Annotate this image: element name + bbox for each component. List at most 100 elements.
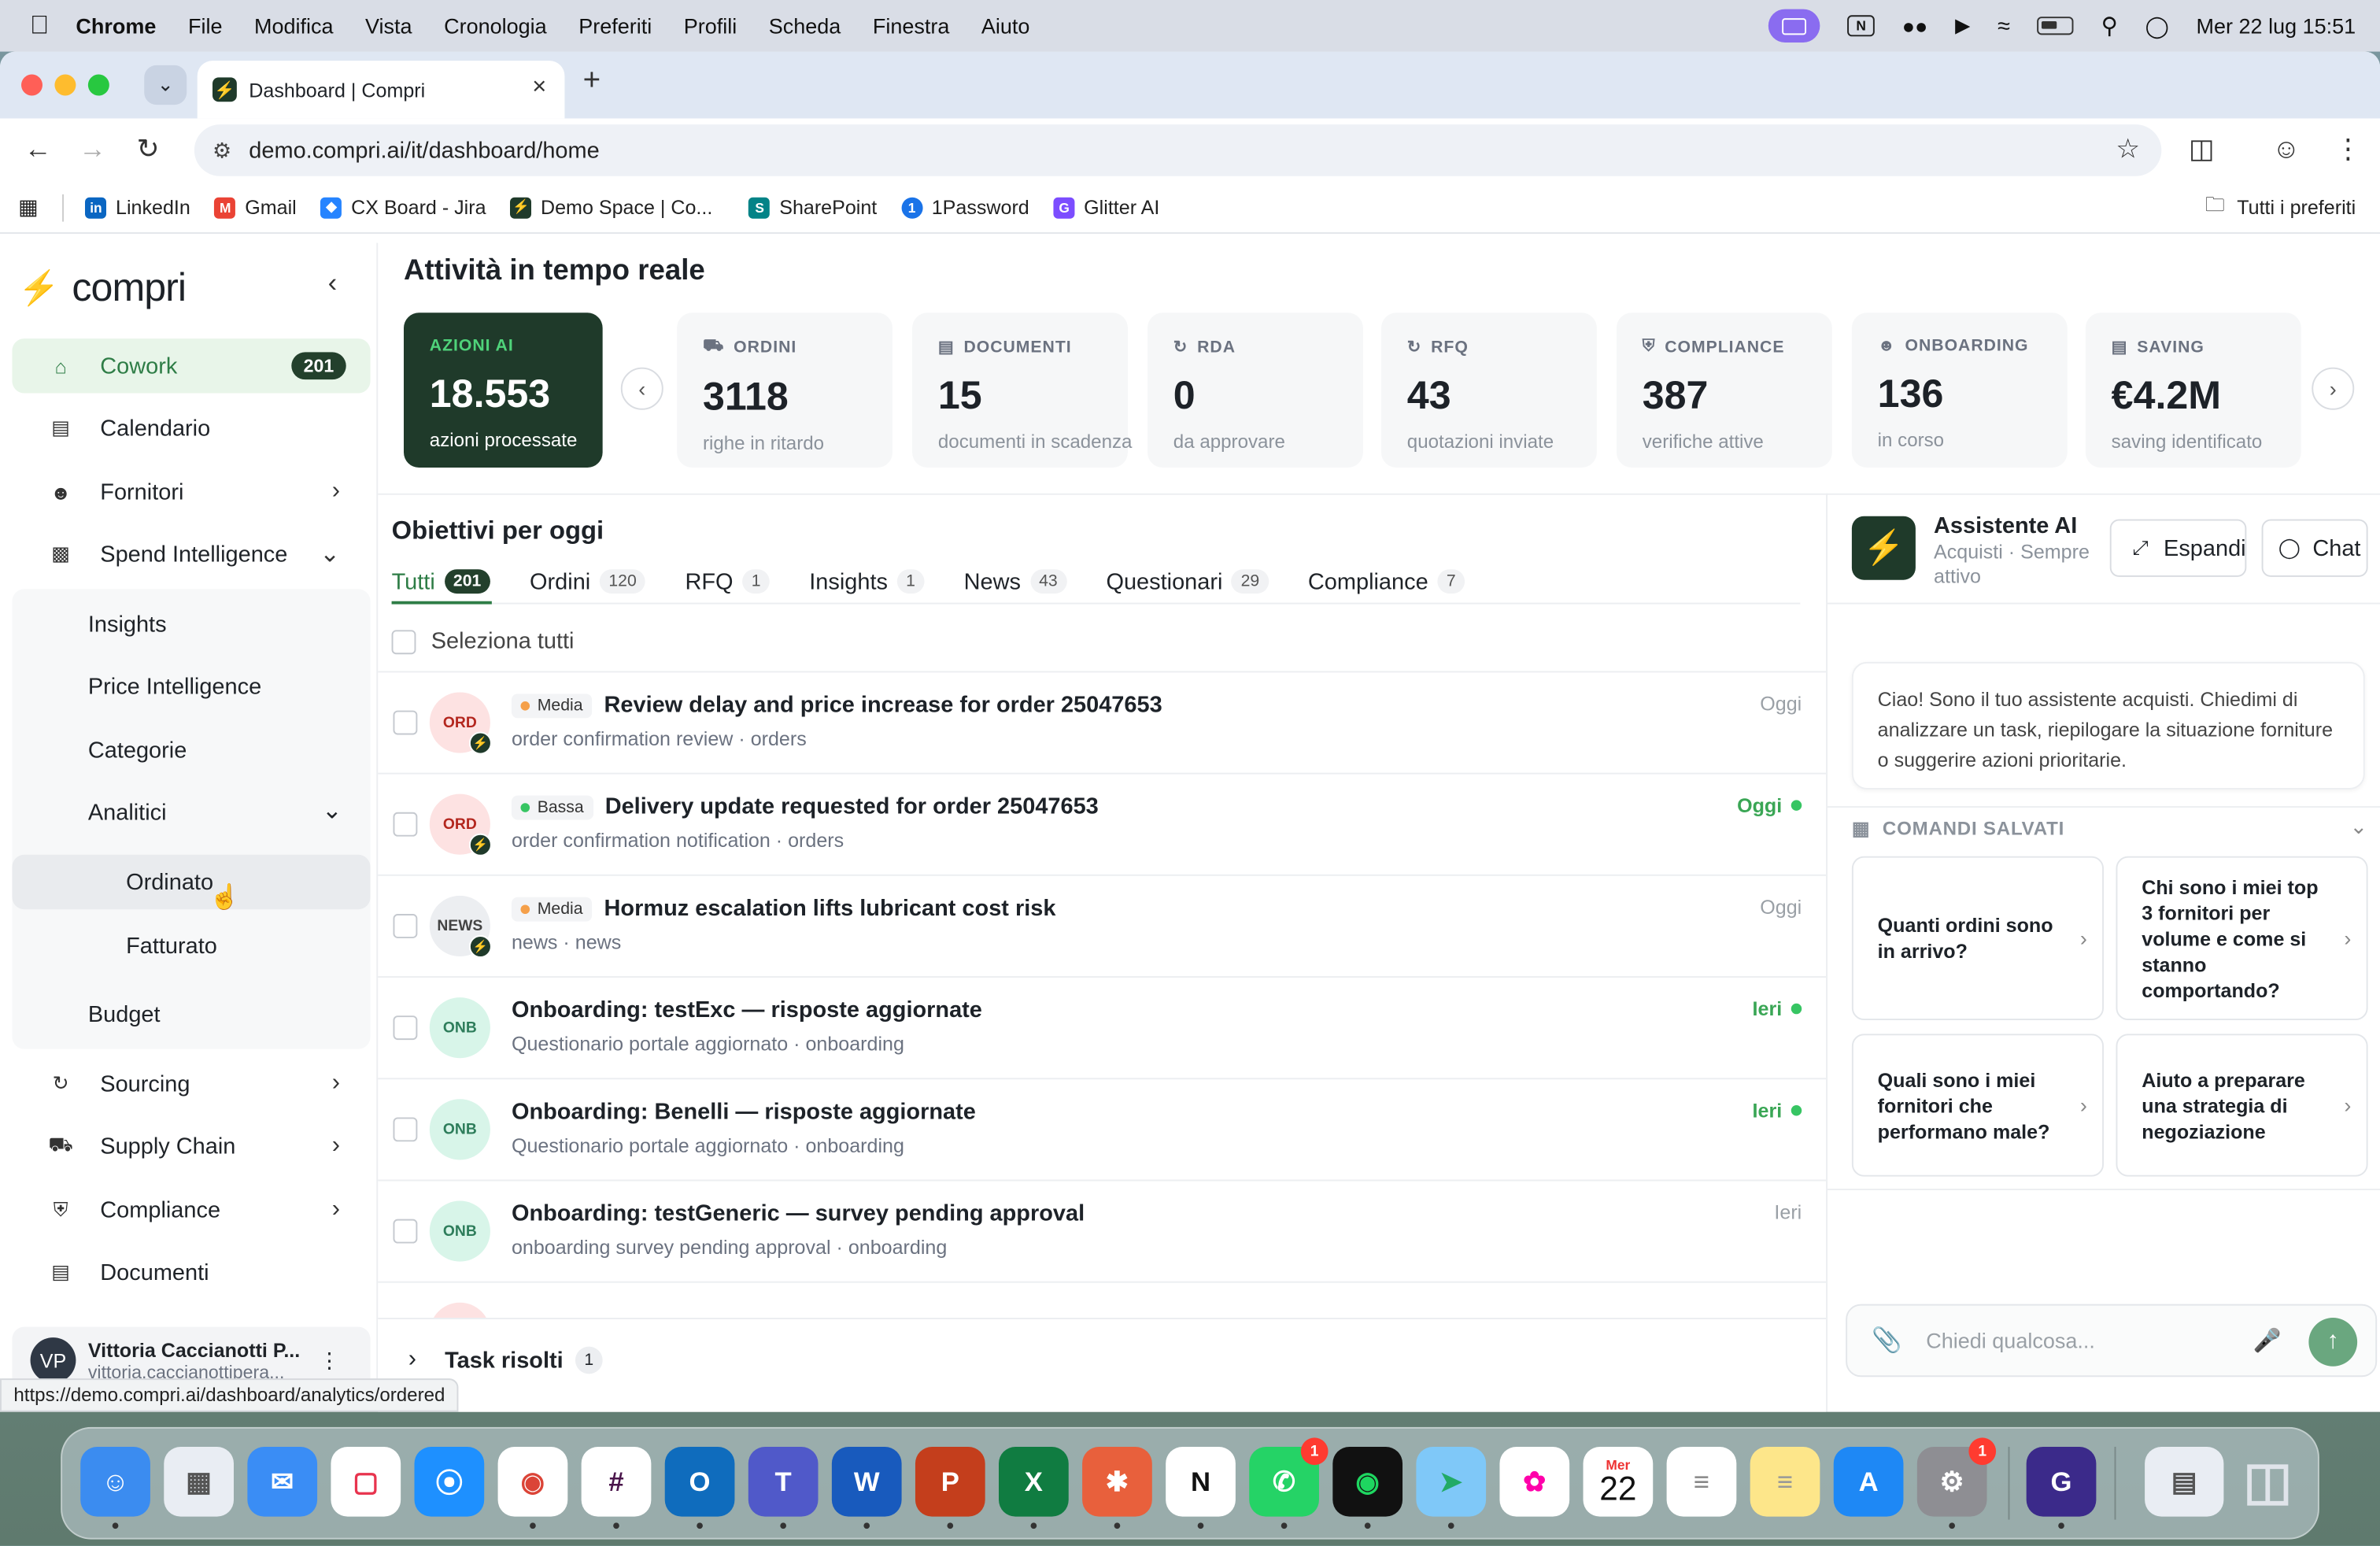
outlook-icon[interactable]: O <box>664 1446 735 1529</box>
menu-preferiti[interactable]: Preferiti <box>578 13 652 38</box>
bookmark-1password[interactable]: 1 1Password <box>901 196 1029 219</box>
sidebar-item-fatturato[interactable]: Fatturato <box>12 919 370 973</box>
reload-icon[interactable]: ↻ <box>137 134 160 166</box>
maps-icon[interactable]: ➤ <box>1416 1446 1487 1529</box>
spotlight-icon[interactable]: ⚲ <box>2101 12 2118 39</box>
calendar-app-icon[interactable]: Mer 22 <box>1583 1446 1654 1517</box>
extensions-icon[interactable]: ◫ <box>2189 134 2215 166</box>
close-tab-icon[interactable]: × <box>532 75 546 102</box>
chevron-down-icon[interactable]: ⌄ <box>2349 814 2367 840</box>
tab-tutti[interactable]: Tutti 201 <box>392 564 490 597</box>
task-row[interactable]: ONB Onboarding: Benelli — risposte aggio… <box>378 1078 1827 1179</box>
mail-icon[interactable]: ✉ <box>247 1446 318 1517</box>
menubar-clock[interactable]: Mer 22 lug 15:51 <box>2197 13 2356 38</box>
wifi-icon[interactable]: ≈ <box>1998 13 2010 39</box>
kpi-card-onboarding[interactable]: ☻ ONBOARDING 136 in corso <box>1851 313 2068 468</box>
menu-scheda[interactable]: Scheda <box>769 13 841 38</box>
kpi-card-rfq[interactable]: ↻ RFQ 43 quotazioni inviate <box>1381 313 1597 468</box>
apple-icon[interactable]:  <box>28 11 52 40</box>
omnibox[interactable]: ⚙ demo.compri.ai/it/dashboard/home ☆ <box>194 124 2162 176</box>
settings-icon[interactable]: ⚙ 1 <box>1916 1437 1997 1529</box>
sidebar-item-compliance[interactable]: ⛨ Compliance › <box>12 1182 370 1237</box>
saved-command-card[interactable]: Aiuto a preparare una strategia di negoz… <box>2116 1034 2368 1177</box>
tab-insights[interactable]: Insights 1 <box>809 564 925 597</box>
kpi-card-compliance[interactable]: ⛨ COMPLIANCE 387 verifiche attive <box>1616 313 1832 468</box>
sidebar-item-sourcing[interactable]: ↻ Sourcing › <box>12 1056 370 1111</box>
sidebar-item-documenti[interactable]: ▤ Documenti <box>12 1245 370 1299</box>
tab-compliance[interactable]: Compliance 7 <box>1308 564 1465 597</box>
notion-icon[interactable]: N <box>1847 15 1876 37</box>
menu-app[interactable]: Chrome <box>76 13 156 38</box>
notes-icon[interactable]: ≡ <box>1750 1446 1820 1517</box>
kpi-card-documenti[interactable]: ▤ DOCUMENTI 15 documenti in scadenza <box>912 313 1132 468</box>
all-bookmarks[interactable]: 🗀 Tutti i preferiti <box>2205 190 2356 224</box>
app-store-icon[interactable]: A <box>1833 1446 1904 1517</box>
saved-command-card[interactable]: Quanti ordini sono in arrivo? › <box>1851 856 2105 1021</box>
claude-icon[interactable]: ✱ <box>1082 1446 1152 1529</box>
battery-icon[interactable] <box>2037 17 2074 35</box>
select-all[interactable]: Seleziona tutti <box>391 628 574 654</box>
apps-grid-icon[interactable]: ▦ <box>18 194 39 220</box>
row-checkbox[interactable] <box>393 1015 418 1041</box>
sidebar-item-calendario[interactable]: ▤ Calendario <box>12 401 370 455</box>
profile-icon[interactable]: ☺ <box>2272 134 2300 166</box>
sidebar-item-supply-chain[interactable]: ⛟ Supply Chain › <box>12 1119 370 1173</box>
glitter-app-icon[interactable]: G <box>2026 1446 2097 1529</box>
sidebar-item-spend-intelligence[interactable]: ▩ Spend Intelligence ⌄ <box>12 527 370 581</box>
expand-button[interactable]: ⤢ Espandi <box>2109 519 2247 577</box>
compri-logo[interactable]: ⚡ compri <box>18 264 187 312</box>
slack-icon[interactable]: # <box>581 1446 652 1529</box>
menu-file[interactable]: File <box>188 13 223 38</box>
safari-icon[interactable]: ⦿ <box>414 1446 485 1517</box>
row-checkbox[interactable] <box>393 812 418 837</box>
airpods-icon[interactable]: ●● <box>1902 13 1928 38</box>
bookmark-sharepoint[interactable]: S SharePoint <box>748 196 877 219</box>
tab-search-chevron-icon[interactable]: ⌄ <box>144 65 187 105</box>
sidebar-item-ordinato[interactable]: Ordinato <box>12 854 371 910</box>
microphone-icon[interactable]: 🎤 <box>2253 1327 2282 1355</box>
spotify-icon[interactable]: ◉ <box>1332 1446 1403 1529</box>
close-window-button[interactable] <box>21 74 43 96</box>
send-button[interactable]: ↑ <box>2308 1318 2358 1367</box>
sidebar-item-budget[interactable]: Budget <box>88 1002 161 1028</box>
task-row[interactable]: ORD ⚡ Bassa Delivery update requested for … <box>378 772 1827 875</box>
kpi-next-button[interactable]: › <box>2312 367 2355 410</box>
row-checkbox[interactable] <box>393 710 418 735</box>
sidebar-item-price-intelligence[interactable]: Price Intelligence <box>88 674 261 700</box>
browser-tab[interactable]: ⚡ Dashboard | Compri × <box>197 61 565 119</box>
menu-finestra[interactable]: Finestra <box>873 13 950 38</box>
chat-button[interactable]: ◯ Chat <box>2261 519 2368 577</box>
sidebar-item-insights[interactable]: Insights <box>88 612 167 638</box>
sidebar-item-categorie[interactable]: Categorie <box>88 738 187 764</box>
bookmark-gmail[interactable]: M Gmail <box>214 196 297 219</box>
chrome-menu-icon[interactable]: ⋮ <box>2334 134 2362 166</box>
zoom-window-button[interactable] <box>87 74 109 96</box>
word-icon[interactable]: W <box>831 1446 902 1529</box>
teams-icon[interactable]: T <box>748 1446 819 1529</box>
reminders-icon[interactable]: ≡ <box>1666 1446 1737 1517</box>
sidebar-item-analitici[interactable]: Analitici <box>88 800 167 826</box>
saved-command-card[interactable]: Chi sono i miei top 3 fornitori per volu… <box>2116 856 2368 1021</box>
attachment-icon[interactable]: 📎 <box>1872 1326 1901 1356</box>
bookmark-glitter[interactable]: G Glitter AI <box>1053 196 1159 219</box>
kpi-card-saving[interactable]: ▤ SAVING €4.2M saving identificato <box>2085 313 2301 468</box>
site-info-icon[interactable]: ⚙ <box>213 139 231 165</box>
excel-icon[interactable]: X <box>999 1446 1069 1529</box>
sidebar-item-cowork[interactable]: ⌂ Cowork 201 <box>12 338 371 394</box>
kpi-card-rda[interactable]: ↻ RDA 0 da approvare <box>1148 313 1363 468</box>
menu-profili[interactable]: Profili <box>684 13 737 38</box>
bookmark-demo-space[interactable]: ⚡ Demo Space | Co... <box>510 196 712 219</box>
saved-command-card[interactable]: Quali sono i miei fornitori che performa… <box>1851 1034 2105 1177</box>
task-row[interactable]: ORD ⚡ Media Review delay and price increas… <box>378 671 1827 772</box>
tab-questionari[interactable]: Questionari 29 <box>1106 564 1269 597</box>
photos-icon[interactable]: ✿ <box>1499 1446 1570 1517</box>
new-tab-icon[interactable]: + <box>583 64 601 98</box>
finder-icon[interactable]: ☺ <box>80 1446 150 1529</box>
screen-mirroring-icon[interactable] <box>1768 9 1820 43</box>
select-all-checkbox[interactable] <box>391 629 416 654</box>
tab-ordini[interactable]: Ordini 120 <box>530 564 646 597</box>
bookmark-linkedin[interactable]: in LinkedIn <box>85 196 190 219</box>
row-checkbox[interactable] <box>393 1219 418 1244</box>
menu-modifica[interactable]: Modifica <box>254 13 334 38</box>
chevron-down-icon[interactable]: ⌄ <box>322 796 342 827</box>
